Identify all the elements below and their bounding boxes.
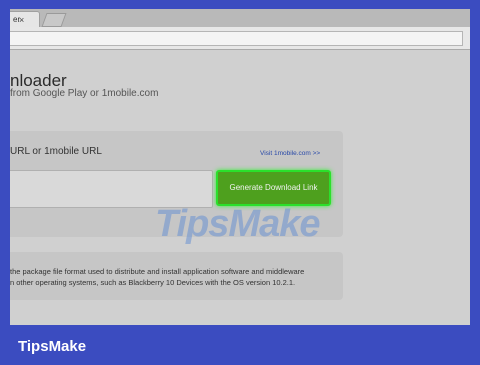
tab-strip: er ×: [10, 9, 470, 27]
new-tab-button[interactable]: [41, 13, 67, 27]
address-bar[interactable]: [10, 31, 463, 46]
page-subtitle: from Google Play or 1mobile.com: [10, 88, 159, 99]
close-icon[interactable]: ×: [19, 13, 24, 27]
watermark: TipsMake: [155, 203, 320, 245]
brand-logo: TipsMake: [18, 338, 87, 355]
browser-window: er × nloader from Google Play or 1mobile…: [10, 9, 470, 325]
page-content: nloader from Google Play or 1mobile.com …: [10, 50, 470, 325]
url-input-label: URL or 1mobile URL: [10, 146, 102, 157]
description-card: [10, 252, 343, 300]
generate-download-link-button[interactable]: Generate Download Link: [216, 170, 331, 206]
browser-tab[interactable]: er ×: [10, 11, 40, 27]
browser-toolbar: [10, 27, 470, 50]
visit-1mobile-link[interactable]: Visit 1mobile.com >>: [260, 150, 320, 157]
description-line-1: the package file format used to distribu…: [10, 267, 305, 276]
description-line-2: n other operating systems, such as Black…: [10, 278, 296, 287]
